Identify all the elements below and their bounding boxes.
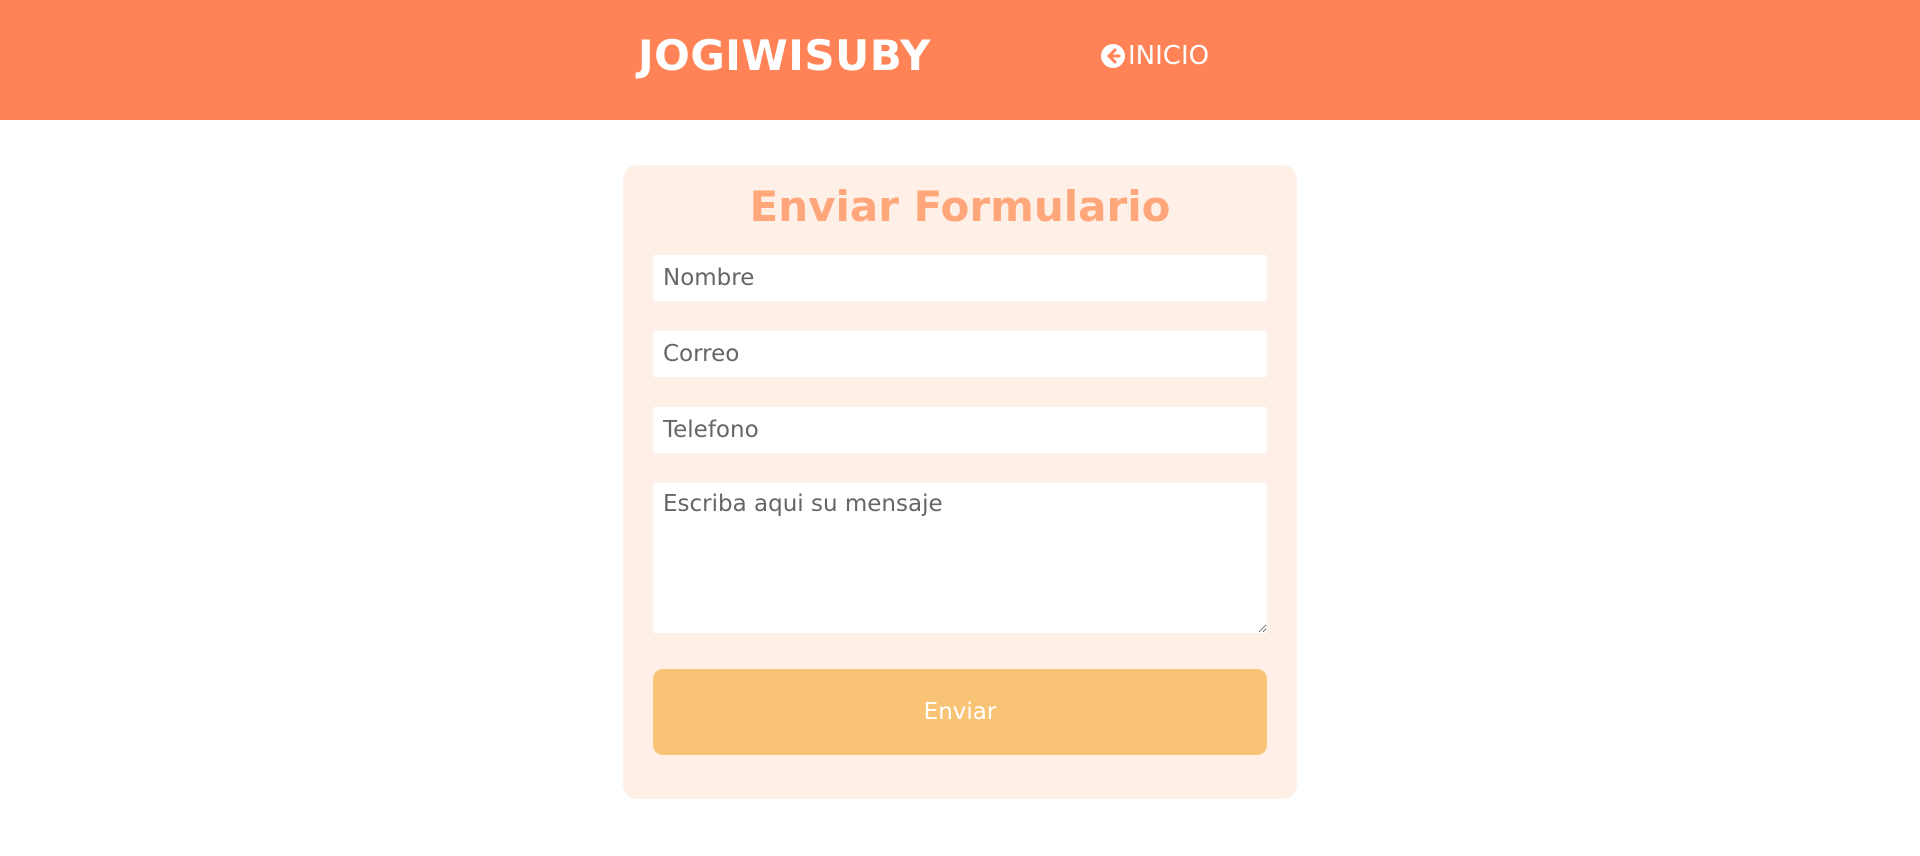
site-header: JOGIWISUBY INICIO	[0, 0, 1920, 120]
brand-logo[interactable]: JOGIWISUBY	[638, 28, 931, 84]
name-input[interactable]	[653, 255, 1267, 301]
arrow-left-circle-icon	[1100, 43, 1126, 69]
form-title: Enviar Formulario	[749, 182, 1171, 231]
submit-button[interactable]: Enviar	[653, 669, 1267, 755]
nav-inicio-link[interactable]: INICIO	[1100, 40, 1209, 72]
phone-input[interactable]	[653, 407, 1267, 453]
nav-inicio-label: INICIO	[1128, 41, 1210, 71]
email-input[interactable]	[653, 331, 1267, 377]
message-textarea[interactable]	[653, 483, 1267, 633]
contact-form: Enviar Formulario Enviar	[623, 165, 1297, 799]
